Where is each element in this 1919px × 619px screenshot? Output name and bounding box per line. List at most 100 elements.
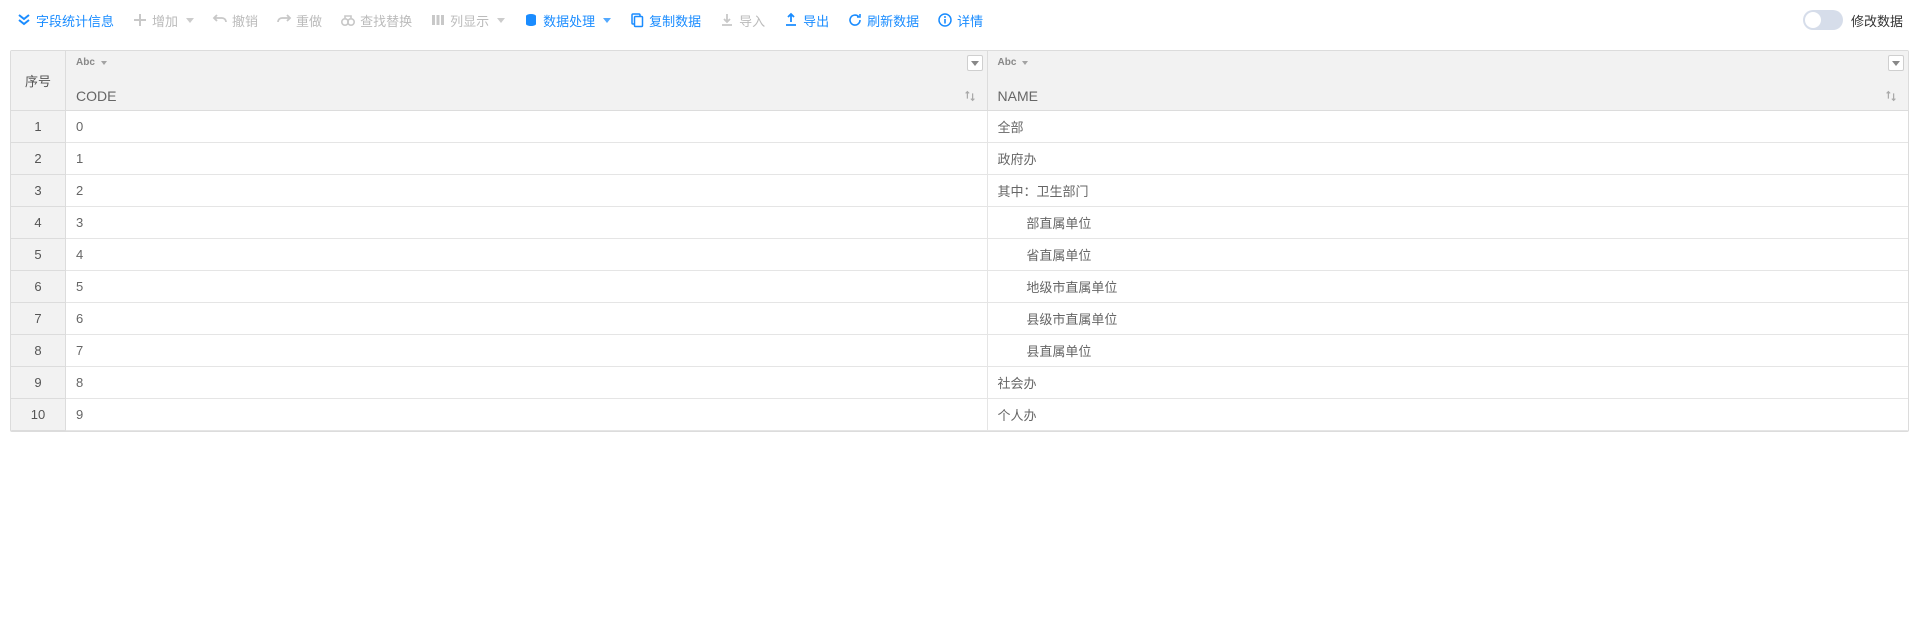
cell-name[interactable]: 部直属单位 xyxy=(988,207,1909,239)
table-row[interactable]: 10全部 xyxy=(11,111,1908,143)
toolbar: 字段统计信息 增加 撤销 重做 查找替换 列显示 xyxy=(0,0,1919,40)
seq-column-header[interactable]: 序号 xyxy=(11,51,66,111)
table-row[interactable]: 98社会办 xyxy=(11,367,1908,399)
column-filter-button[interactable] xyxy=(967,55,983,71)
export-button[interactable]: 导出 xyxy=(775,7,837,34)
find-replace-label: 查找替换 xyxy=(360,11,412,30)
redo-label: 重做 xyxy=(296,11,322,30)
cell-name[interactable]: 个人办 xyxy=(988,399,1909,431)
detail-button[interactable]: 详情 xyxy=(929,7,991,34)
grid-header: 序号 Abc CODE Abc NAME xyxy=(11,51,1908,111)
table-row[interactable]: 32其中：卫生部门 xyxy=(11,175,1908,207)
toggle-knob xyxy=(1805,12,1821,28)
cell-name[interactable]: 其中：卫生部门 xyxy=(988,175,1909,207)
table-row[interactable]: 76 县级市直属单位 xyxy=(11,303,1908,335)
seq-cell: 9 xyxy=(11,367,66,399)
chevron-down-icon xyxy=(186,18,194,23)
cell-code[interactable]: 8 xyxy=(66,367,988,399)
redo-icon xyxy=(276,12,292,28)
plus-icon xyxy=(132,12,148,28)
chevron-down-icon xyxy=(971,61,979,66)
table-row[interactable]: 54 省直属单位 xyxy=(11,239,1908,271)
undo-button[interactable]: 撤销 xyxy=(204,7,266,34)
seq-cell: 8 xyxy=(11,335,66,367)
data-process-button[interactable]: 数据处理 xyxy=(515,7,619,34)
table-row[interactable]: 87 县直属单位 xyxy=(11,335,1908,367)
table-row[interactable]: 109个人办 xyxy=(11,399,1908,431)
cell-name[interactable]: 社会办 xyxy=(988,367,1909,399)
data-process-label: 数据处理 xyxy=(543,11,595,30)
columns-icon xyxy=(430,12,446,28)
cell-code[interactable]: 2 xyxy=(66,175,988,207)
cell-code[interactable]: 7 xyxy=(66,335,988,367)
text-type-icon: Abc xyxy=(998,57,1017,68)
copy-data-button[interactable]: 复制数据 xyxy=(621,7,709,34)
copy-data-label: 复制数据 xyxy=(649,11,701,30)
column-header-code[interactable]: Abc CODE xyxy=(66,51,988,111)
column-filter-button[interactable] xyxy=(1888,55,1904,71)
table-row[interactable]: 21政府办 xyxy=(11,143,1908,175)
detail-label: 详情 xyxy=(957,11,983,30)
find-replace-button[interactable]: 查找替换 xyxy=(332,7,420,34)
cell-name[interactable]: 政府办 xyxy=(988,143,1909,175)
cell-code[interactable]: 6 xyxy=(66,303,988,335)
sort-icon[interactable] xyxy=(963,89,977,103)
field-stats-label: 字段统计信息 xyxy=(36,11,114,30)
column-display-label: 列显示 xyxy=(450,11,489,30)
redo-button[interactable]: 重做 xyxy=(268,7,330,34)
seq-cell: 7 xyxy=(11,303,66,335)
edit-data-toggle-label: 修改数据 xyxy=(1851,11,1903,30)
cell-code[interactable]: 9 xyxy=(66,399,988,431)
double-chevron-down-icon xyxy=(16,12,32,28)
cell-code[interactable]: 1 xyxy=(66,143,988,175)
sort-icon[interactable] xyxy=(1884,89,1898,103)
export-label: 导出 xyxy=(803,11,829,30)
chevron-down-icon xyxy=(497,18,505,23)
seq-cell: 10 xyxy=(11,399,66,431)
chevron-down-icon[interactable] xyxy=(101,61,107,65)
edit-data-toggle[interactable] xyxy=(1803,10,1843,30)
column-name-label: CODE xyxy=(76,88,116,104)
import-button[interactable]: 导入 xyxy=(711,7,773,34)
cell-name[interactable]: 县直属单位 xyxy=(988,335,1909,367)
cell-code[interactable]: 0 xyxy=(66,111,988,143)
import-label: 导入 xyxy=(739,11,765,30)
cell-name[interactable]: 省直属单位 xyxy=(988,239,1909,271)
column-type-row: Abc xyxy=(76,57,977,68)
cell-code[interactable]: 5 xyxy=(66,271,988,303)
seq-cell: 2 xyxy=(11,143,66,175)
undo-label: 撤销 xyxy=(232,11,258,30)
cell-code[interactable]: 3 xyxy=(66,207,988,239)
column-header-name[interactable]: Abc NAME xyxy=(988,51,1909,111)
seq-cell: 1 xyxy=(11,111,66,143)
refresh-label: 刷新数据 xyxy=(867,11,919,30)
refresh-button[interactable]: 刷新数据 xyxy=(839,7,927,34)
chevron-down-icon xyxy=(603,18,611,23)
add-label: 增加 xyxy=(152,11,178,30)
binoculars-icon xyxy=(340,12,356,28)
refresh-icon xyxy=(847,12,863,28)
seq-cell: 4 xyxy=(11,207,66,239)
edit-data-toggle-wrap: 修改数据 xyxy=(1803,10,1911,30)
text-type-icon: Abc xyxy=(76,57,95,68)
import-icon xyxy=(719,12,735,28)
field-stats-button[interactable]: 字段统计信息 xyxy=(8,7,122,34)
column-display-button[interactable]: 列显示 xyxy=(422,7,513,34)
copy-icon xyxy=(629,12,645,28)
seq-header-label: 序号 xyxy=(25,71,51,90)
table-row[interactable]: 43 部直属单位 xyxy=(11,207,1908,239)
column-type-row: Abc xyxy=(998,57,1899,68)
table-row[interactable]: 65 地级市直属单位 xyxy=(11,271,1908,303)
seq-cell: 3 xyxy=(11,175,66,207)
chevron-down-icon xyxy=(1892,61,1900,66)
database-icon xyxy=(523,12,539,28)
cell-name[interactable]: 全部 xyxy=(988,111,1909,143)
grid-body: 10全部21政府办32其中：卫生部门43 部直属单位54 省直属单位65 地级市… xyxy=(11,111,1908,431)
seq-cell: 5 xyxy=(11,239,66,271)
chevron-down-icon[interactable] xyxy=(1022,61,1028,65)
cell-code[interactable]: 4 xyxy=(66,239,988,271)
cell-name[interactable]: 地级市直属单位 xyxy=(988,271,1909,303)
cell-name[interactable]: 县级市直属单位 xyxy=(988,303,1909,335)
info-icon xyxy=(937,12,953,28)
add-button[interactable]: 增加 xyxy=(124,7,202,34)
